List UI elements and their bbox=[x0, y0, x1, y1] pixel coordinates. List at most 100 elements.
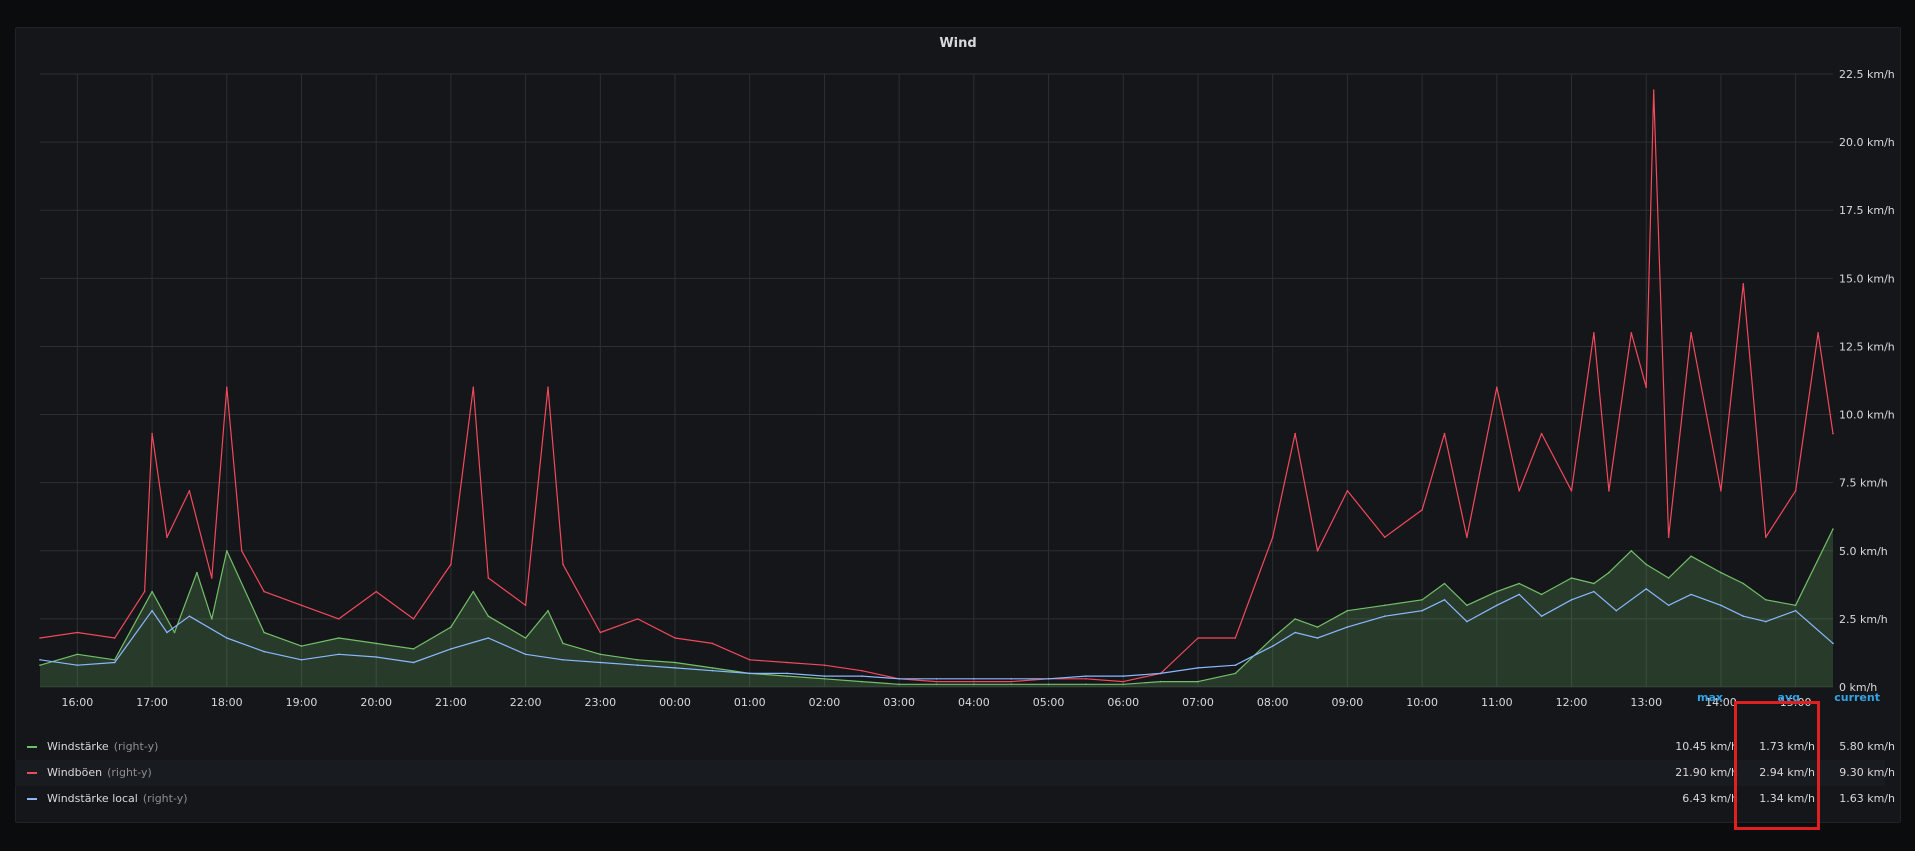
data-point bbox=[1608, 571, 1610, 574]
x-tick-label: 11:00 bbox=[1481, 696, 1513, 709]
x-tick-label: 03:00 bbox=[883, 696, 915, 709]
data-point bbox=[1690, 555, 1692, 557]
data-point bbox=[1421, 509, 1423, 511]
y-tick-label: 15.0 km/h bbox=[1839, 272, 1895, 285]
data-point bbox=[263, 631, 265, 634]
data-point bbox=[450, 648, 452, 650]
data-point bbox=[1832, 528, 1834, 530]
data-point bbox=[487, 615, 490, 617]
legend-header-current[interactable]: current bbox=[1830, 691, 1880, 704]
legend-header-max[interactable]: max bbox=[1680, 691, 1723, 704]
data-point bbox=[1496, 590, 1498, 593]
data-point bbox=[524, 637, 527, 639]
y-tick-label: 2.5 km/h bbox=[1839, 613, 1888, 626]
data-point bbox=[1346, 626, 1349, 628]
x-tick-label: 07:00 bbox=[1182, 696, 1214, 709]
legend-row-windboeen[interactable]: Windböen (right-y) 21.90 km/h 2.94 km/h 9… bbox=[15, 760, 1895, 786]
data-point bbox=[1197, 680, 1199, 683]
data-point bbox=[711, 667, 714, 669]
x-tick-label: 09:00 bbox=[1332, 696, 1364, 709]
series-axis: (right-y) bbox=[107, 766, 152, 779]
data-point bbox=[1085, 683, 1087, 686]
legend-row-windstaerke[interactable]: Windstärke (right-y) 10.45 km/h 1.73 km/h… bbox=[15, 734, 1895, 760]
data-point bbox=[472, 590, 475, 593]
data-point bbox=[1593, 582, 1595, 585]
series-color-swatch[interactable] bbox=[27, 798, 37, 800]
data-point bbox=[636, 618, 639, 620]
data-point bbox=[1720, 604, 1722, 607]
data-point bbox=[1316, 550, 1319, 552]
legend-row-windstaerke-local[interactable]: Windstärke local (right-y) 6.43 km/h 1.34… bbox=[15, 786, 1895, 812]
data-point bbox=[1652, 89, 1655, 92]
data-point bbox=[412, 648, 415, 650]
data-point bbox=[547, 386, 549, 389]
data-point bbox=[861, 675, 863, 677]
data-point bbox=[1271, 637, 1274, 639]
x-tick-label: 18:00 bbox=[211, 696, 243, 709]
data-point bbox=[39, 637, 41, 639]
data-point bbox=[599, 661, 602, 664]
data-point bbox=[711, 642, 714, 645]
wind-chart: 0 km/h2.5 km/h5.0 km/h7.5 km/h10.0 km/h1… bbox=[39, 68, 1895, 709]
y-tick-label: 22.5 km/h bbox=[1839, 68, 1895, 81]
data-point bbox=[240, 550, 243, 552]
series-name: Windböen bbox=[47, 766, 103, 779]
chart-series bbox=[39, 89, 1834, 687]
data-point bbox=[935, 678, 938, 680]
data-point bbox=[1645, 588, 1647, 590]
data-point bbox=[1630, 332, 1633, 334]
data-point bbox=[1271, 645, 1274, 647]
x-tick-label: 02:00 bbox=[809, 696, 841, 709]
data-point bbox=[562, 563, 564, 566]
data-point bbox=[1234, 672, 1237, 675]
data-point bbox=[1159, 672, 1162, 675]
data-point bbox=[898, 683, 900, 686]
data-point bbox=[562, 642, 564, 645]
data-point bbox=[1832, 432, 1834, 435]
data-point bbox=[375, 642, 378, 645]
data-point bbox=[1817, 332, 1819, 334]
data-point bbox=[547, 609, 549, 612]
data-point bbox=[1593, 590, 1595, 593]
data-point bbox=[1443, 582, 1446, 585]
data-point bbox=[1443, 432, 1446, 435]
data-point bbox=[1122, 675, 1125, 677]
x-tick-label: 04:00 bbox=[958, 696, 990, 709]
data-point bbox=[1645, 386, 1647, 389]
data-point bbox=[861, 669, 863, 672]
data-point bbox=[196, 571, 198, 574]
data-point bbox=[1690, 332, 1692, 334]
data-point bbox=[1234, 637, 1237, 639]
data-point bbox=[1316, 626, 1319, 628]
data-point bbox=[1570, 490, 1573, 492]
data-point bbox=[412, 618, 415, 620]
data-point bbox=[450, 626, 452, 628]
data-point bbox=[599, 653, 602, 656]
series-name: Windstärke local bbox=[47, 792, 138, 805]
y-tick-label: 12.5 km/h bbox=[1839, 340, 1895, 353]
data-point bbox=[211, 577, 213, 579]
data-point bbox=[823, 675, 826, 677]
series-color-swatch[interactable] bbox=[27, 772, 37, 774]
y-tick-label: 7.5 km/h bbox=[1839, 477, 1888, 490]
data-point bbox=[1518, 582, 1520, 585]
data-point bbox=[39, 659, 41, 661]
data-point bbox=[1570, 577, 1573, 579]
x-tick-label: 23:00 bbox=[584, 696, 616, 709]
series-max: 21.90 km/h bbox=[1675, 766, 1738, 779]
x-tick-label: 01:00 bbox=[734, 696, 766, 709]
data-point bbox=[1047, 678, 1050, 680]
data-point bbox=[786, 675, 788, 677]
y-tick-label: 10.0 km/h bbox=[1839, 409, 1895, 422]
data-point bbox=[1765, 599, 1767, 601]
data-point bbox=[562, 659, 564, 661]
data-point bbox=[823, 664, 826, 666]
data-point bbox=[1794, 604, 1797, 607]
data-point bbox=[1794, 609, 1797, 612]
data-point bbox=[636, 659, 639, 661]
data-point bbox=[113, 661, 116, 664]
data-point bbox=[636, 664, 639, 666]
series-color-swatch[interactable] bbox=[27, 746, 37, 748]
data-point bbox=[1518, 593, 1520, 596]
data-point bbox=[76, 664, 79, 666]
